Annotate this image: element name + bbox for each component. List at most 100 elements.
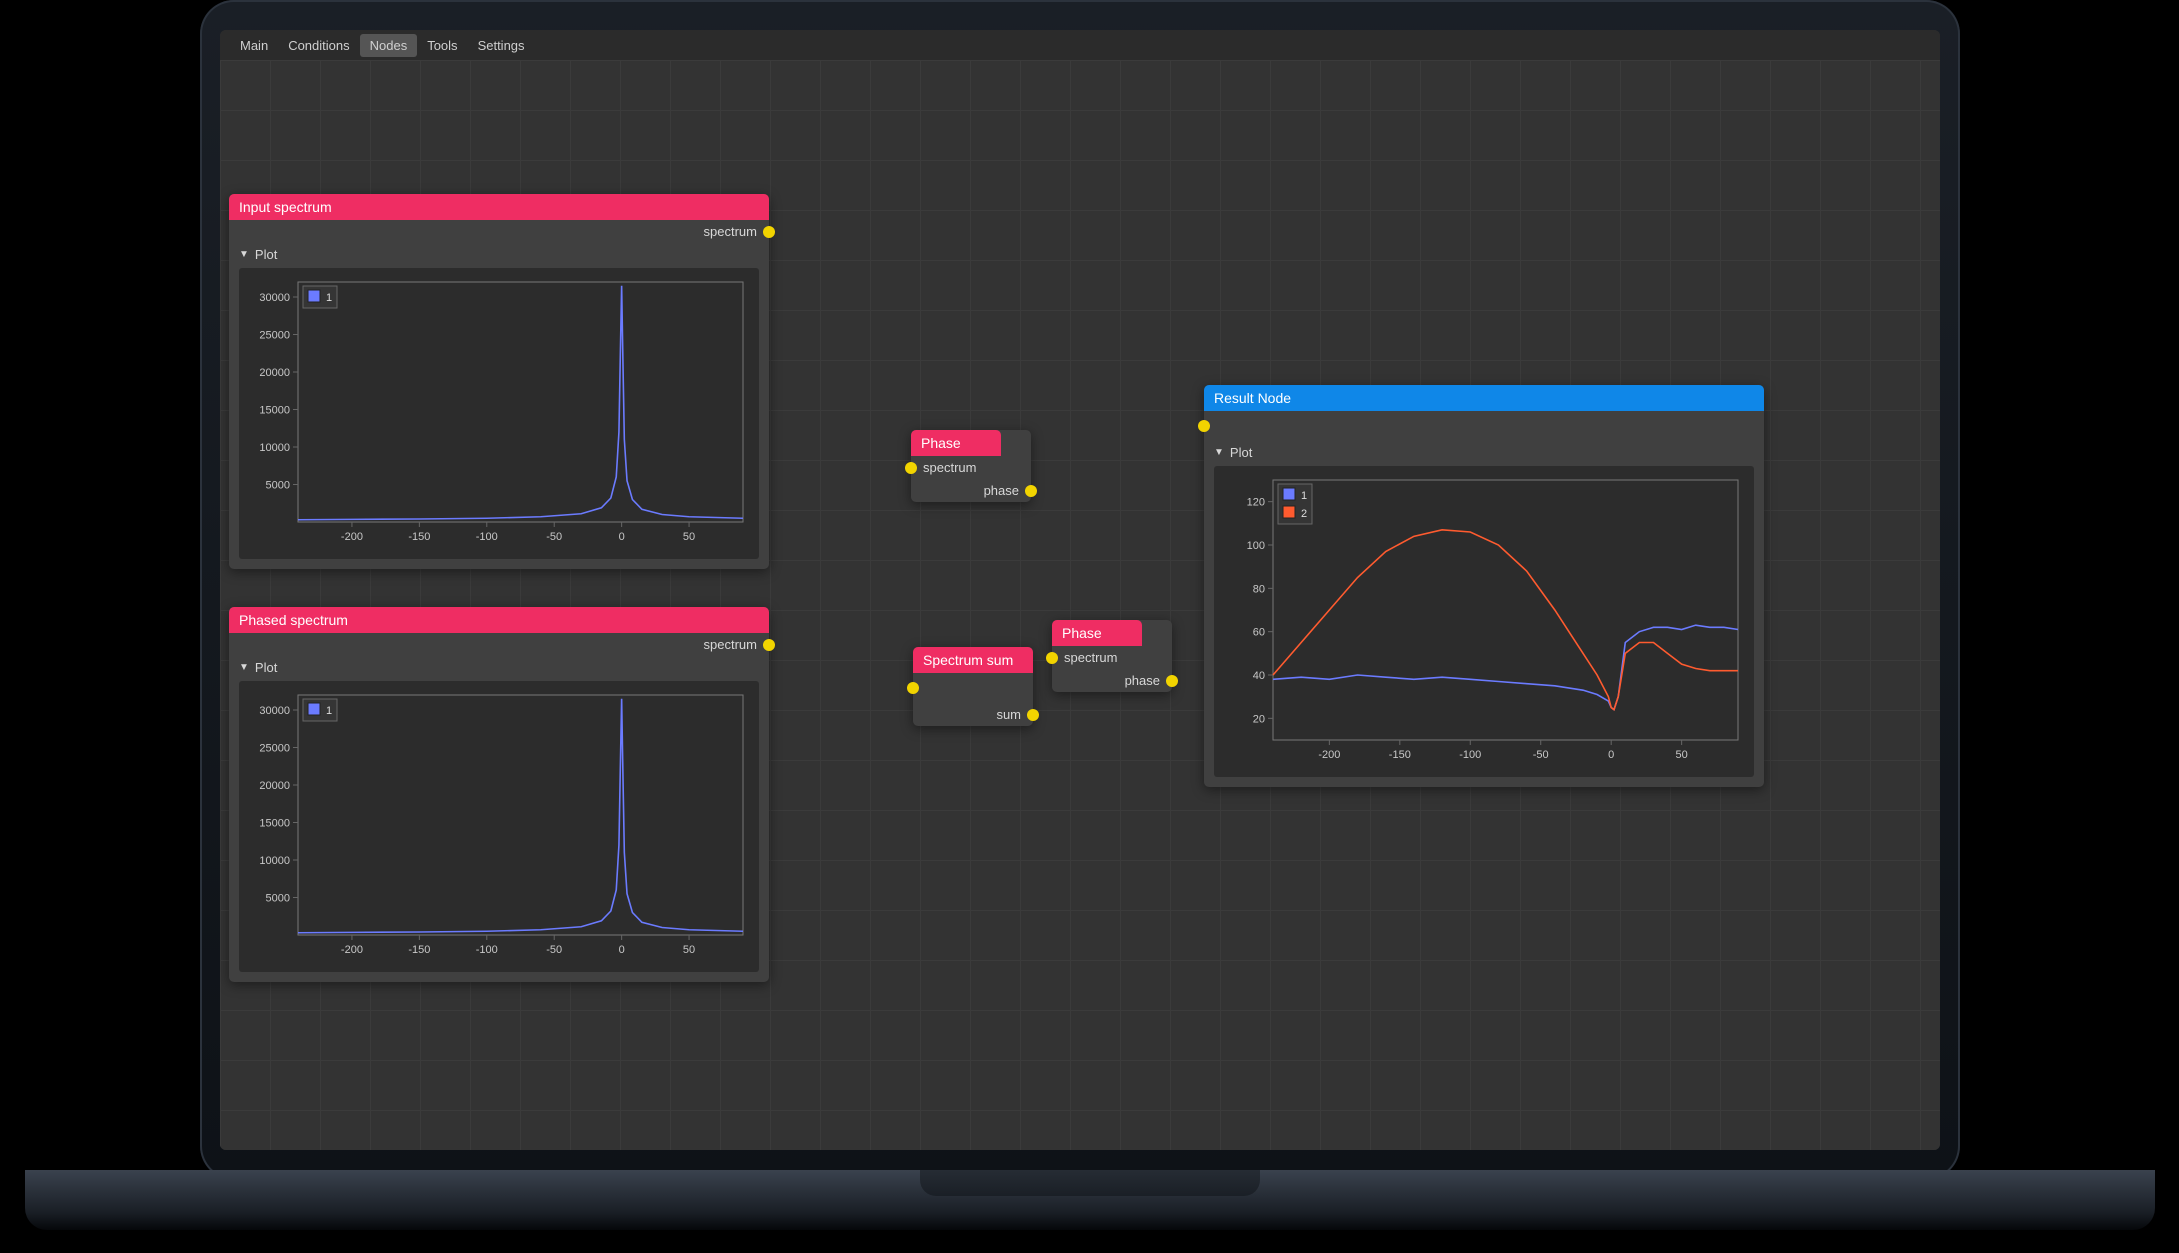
svg-text:-50: -50 [546, 944, 562, 956]
port-row-in [1204, 411, 1764, 441]
svg-text:-100: -100 [476, 944, 498, 956]
svg-text:25000: 25000 [259, 330, 290, 342]
svg-text:0: 0 [619, 944, 625, 956]
svg-text:-150: -150 [408, 944, 430, 956]
port-row-in: spectrum [1052, 646, 1172, 669]
disclosure-triangle-icon: ▼ [239, 662, 249, 673]
svg-text:25000: 25000 [259, 743, 290, 755]
port-in[interactable] [905, 462, 917, 474]
wire-layer [220, 60, 520, 210]
plot-label: Plot [255, 247, 277, 262]
node-title: Phase [911, 430, 1001, 456]
port-out[interactable] [1027, 709, 1039, 721]
svg-text:50: 50 [1676, 749, 1688, 761]
plot-header[interactable]: ▼ Plot [1204, 441, 1764, 462]
plot-wrap: 5000 10000 15000 20000 25000 30000 -200 -150 -10… [239, 268, 759, 559]
port-label-out: phase [984, 483, 1019, 498]
port-row-out: spectrum [229, 633, 769, 656]
svg-text:100: 100 [1247, 540, 1265, 552]
port-out[interactable] [1025, 485, 1037, 497]
node-canvas[interactable]: Input spectrum spectrum ▼ Plot 500010000… [220, 60, 1940, 1150]
port-row-in: spectrum [911, 456, 1031, 479]
svg-text:1: 1 [326, 292, 332, 304]
svg-text:30000: 30000 [259, 292, 290, 304]
svg-text:-50: -50 [546, 531, 562, 543]
port-label-out: spectrum [704, 637, 757, 652]
svg-text:-50: -50 [1533, 749, 1549, 761]
plot-input-spectrum: 5000 10000 15000 20000 25000 30000 -200 -150 -10… [243, 272, 753, 552]
menu-conditions[interactable]: Conditions [278, 34, 359, 57]
plot-label: Plot [1230, 445, 1252, 460]
svg-text:15000: 15000 [259, 818, 290, 830]
plot-header[interactable]: ▼ Plot [229, 243, 769, 264]
node-spectrum-sum[interactable]: Spectrum sum sum [913, 647, 1033, 726]
port-label-out: phase [1125, 673, 1160, 688]
svg-text:20000: 20000 [259, 367, 290, 379]
node-result[interactable]: Result Node ▼ Plot 20406080100120-200-15… [1204, 385, 1764, 787]
svg-text:1: 1 [1301, 490, 1307, 502]
svg-text:-200: -200 [341, 944, 363, 956]
port-row-out: phase [911, 479, 1031, 502]
svg-text:10000: 10000 [259, 855, 290, 867]
menu-tools[interactable]: Tools [417, 34, 467, 57]
svg-text:15000: 15000 [259, 405, 290, 417]
node-phased-spectrum[interactable]: Phased spectrum spectrum ▼ Plot 5000 1000… [229, 607, 769, 982]
disclosure-triangle-icon: ▼ [239, 249, 249, 260]
port-in[interactable] [1046, 652, 1058, 664]
port-out[interactable] [1166, 675, 1178, 687]
svg-text:-150: -150 [408, 531, 430, 543]
port-row-in [913, 673, 1033, 703]
app-screen: Main Conditions Nodes Tools Settings Inp… [220, 30, 1940, 1150]
node-title: Result Node [1204, 385, 1764, 411]
svg-text:50: 50 [683, 944, 695, 956]
svg-text:-150: -150 [1389, 749, 1411, 761]
svg-text:5000: 5000 [266, 480, 290, 492]
port-row-out: phase [1052, 669, 1172, 692]
port-label-out: spectrum [704, 224, 757, 239]
node-input-spectrum[interactable]: Input spectrum spectrum ▼ Plot 500010000… [229, 194, 769, 569]
menubar: Main Conditions Nodes Tools Settings [220, 30, 1940, 60]
port-out[interactable] [763, 226, 775, 238]
svg-text:20000: 20000 [259, 780, 290, 792]
svg-text:0: 0 [1608, 749, 1614, 761]
node-title: Phased spectrum [229, 607, 769, 633]
svg-text:-200: -200 [341, 531, 363, 543]
port-label-out: sum [996, 707, 1021, 722]
svg-text:-100: -100 [476, 531, 498, 543]
svg-text:5000: 5000 [266, 893, 290, 905]
plot-phased-spectrum: 5000 10000 15000 20000 25000 30000 -200 -150 -10… [243, 685, 753, 965]
svg-text:-100: -100 [1459, 749, 1481, 761]
port-out[interactable] [763, 639, 775, 651]
plot-label: Plot [255, 660, 277, 675]
node-title: Phase [1052, 620, 1142, 646]
plot-wrap: 5000 10000 15000 20000 25000 30000 -200 -150 -10… [239, 681, 759, 972]
svg-text:120: 120 [1247, 497, 1265, 509]
menu-settings[interactable]: Settings [468, 34, 535, 57]
svg-text:20: 20 [1253, 713, 1265, 725]
port-in[interactable] [1198, 420, 1210, 432]
svg-text:60: 60 [1253, 627, 1265, 639]
node-phase-1[interactable]: Phase spectrum phase [911, 430, 1031, 502]
port-in[interactable] [907, 682, 919, 694]
menu-main[interactable]: Main [230, 34, 278, 57]
svg-text:30000: 30000 [259, 705, 290, 717]
svg-text:80: 80 [1253, 583, 1265, 595]
laptop-notch [920, 1170, 1260, 1196]
node-phase-2[interactable]: Phase spectrum phase [1052, 620, 1172, 692]
svg-text:10000: 10000 [259, 442, 290, 454]
menu-nodes[interactable]: Nodes [360, 34, 418, 57]
node-title: Spectrum sum [913, 647, 1033, 673]
port-label-in: spectrum [1064, 650, 1117, 665]
disclosure-triangle-icon: ▼ [1214, 447, 1224, 458]
svg-text:2: 2 [1301, 508, 1307, 520]
svg-text:50: 50 [683, 531, 695, 543]
svg-text:40: 40 [1253, 670, 1265, 682]
svg-text:0: 0 [619, 531, 625, 543]
plot-header[interactable]: ▼ Plot [229, 656, 769, 677]
svg-text:1: 1 [326, 705, 332, 717]
plot-result: 20 40 60 80 100 120 -200 -150 -100 -50 0 50 1 2 [1218, 470, 1748, 770]
port-row-out: sum [913, 703, 1033, 726]
plot-wrap: 20 40 60 80 100 120 -200 -150 -100 -50 0 50 1 2 [1214, 466, 1754, 777]
svg-text:-200: -200 [1318, 749, 1340, 761]
port-row-out: spectrum [229, 220, 769, 243]
